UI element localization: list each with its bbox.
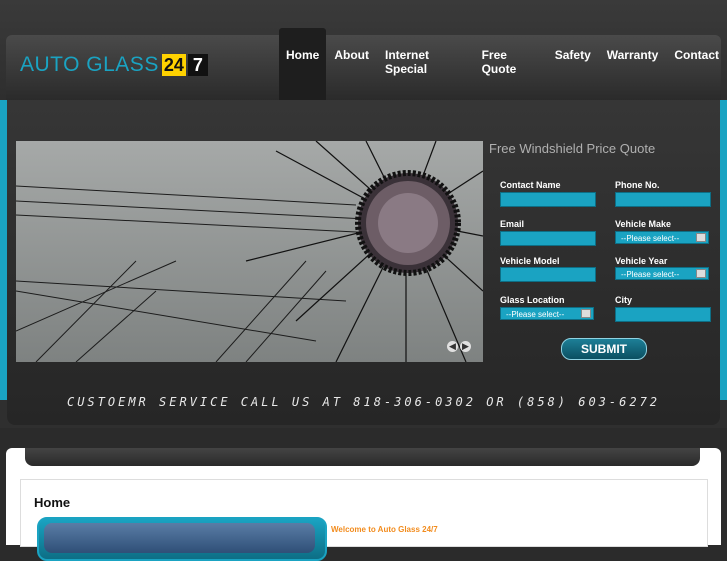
home-image <box>44 523 315 553</box>
phone-input[interactable] <box>615 192 711 207</box>
chevron-down-icon <box>581 309 591 318</box>
nav-safety[interactable]: Safety <box>547 28 599 100</box>
customer-service-line: CUSTOEMR SERVICE CALL US AT 818-306-0302… <box>66 395 661 409</box>
content-top-bar <box>25 448 700 466</box>
slider-next-icon[interactable]: ▶ <box>460 341 471 352</box>
slider-prev-icon[interactable]: ◀ <box>447 341 458 352</box>
label-glass-location: Glass Location <box>500 295 565 305</box>
site-logo[interactable]: AUTO GLASS 24 7 <box>20 53 208 77</box>
label-vehicle-model: Vehicle Model <box>500 256 560 266</box>
vehicle-year-select[interactable]: --Please select-- <box>615 267 709 280</box>
chevron-down-icon <box>696 233 706 242</box>
vehicle-model-input[interactable] <box>500 267 596 282</box>
label-city: City <box>615 295 633 305</box>
vehicle-year-value: --Please select-- <box>621 270 680 279</box>
nav-about[interactable]: About <box>326 28 377 100</box>
label-vehicle-year: Vehicle Year <box>615 256 668 266</box>
vehicle-make-select[interactable]: --Please select-- <box>615 231 709 244</box>
quote-form-title: Free Windshield Price Quote <box>489 141 656 156</box>
label-contact-name: Contact Name <box>500 180 561 190</box>
contact-name-input[interactable] <box>500 192 596 207</box>
nav-contact[interactable]: Contact <box>666 28 727 100</box>
label-vehicle-make: Vehicle Make <box>615 219 672 229</box>
submit-button[interactable]: SUBMIT <box>561 338 647 360</box>
page-title: Home <box>34 495 71 510</box>
city-input[interactable] <box>615 307 711 322</box>
label-email: Email <box>500 219 525 229</box>
email-input[interactable] <box>500 231 596 246</box>
nav-internet-special[interactable]: Internet Special <box>377 28 474 100</box>
glass-location-select[interactable]: --Please select-- <box>500 307 594 320</box>
slider-controls: ◀ ▶ <box>447 341 471 352</box>
chevron-down-icon <box>696 269 706 278</box>
vehicle-make-value: --Please select-- <box>621 234 680 243</box>
label-phone: Phone No. <box>615 180 660 190</box>
accent-strip-left <box>0 100 7 400</box>
image-slider[interactable] <box>16 141 483 362</box>
nav-warranty[interactable]: Warranty <box>599 28 667 100</box>
logo-text: AUTO GLASS <box>20 53 159 76</box>
glass-location-value: --Please select-- <box>506 310 565 319</box>
cracked-windshield-image <box>16 141 483 362</box>
welcome-heading: Welcome to Auto Glass 24/7 <box>331 525 438 534</box>
nav-free-quote[interactable]: Free Quote <box>474 28 547 100</box>
nav-home[interactable]: Home <box>279 28 327 100</box>
logo-number-7: 7 <box>187 54 208 76</box>
logo-number-24: 24 <box>161 54 186 76</box>
main-nav: Home About Internet Special Free Quote S… <box>279 28 727 100</box>
accent-strip-right <box>720 100 727 400</box>
